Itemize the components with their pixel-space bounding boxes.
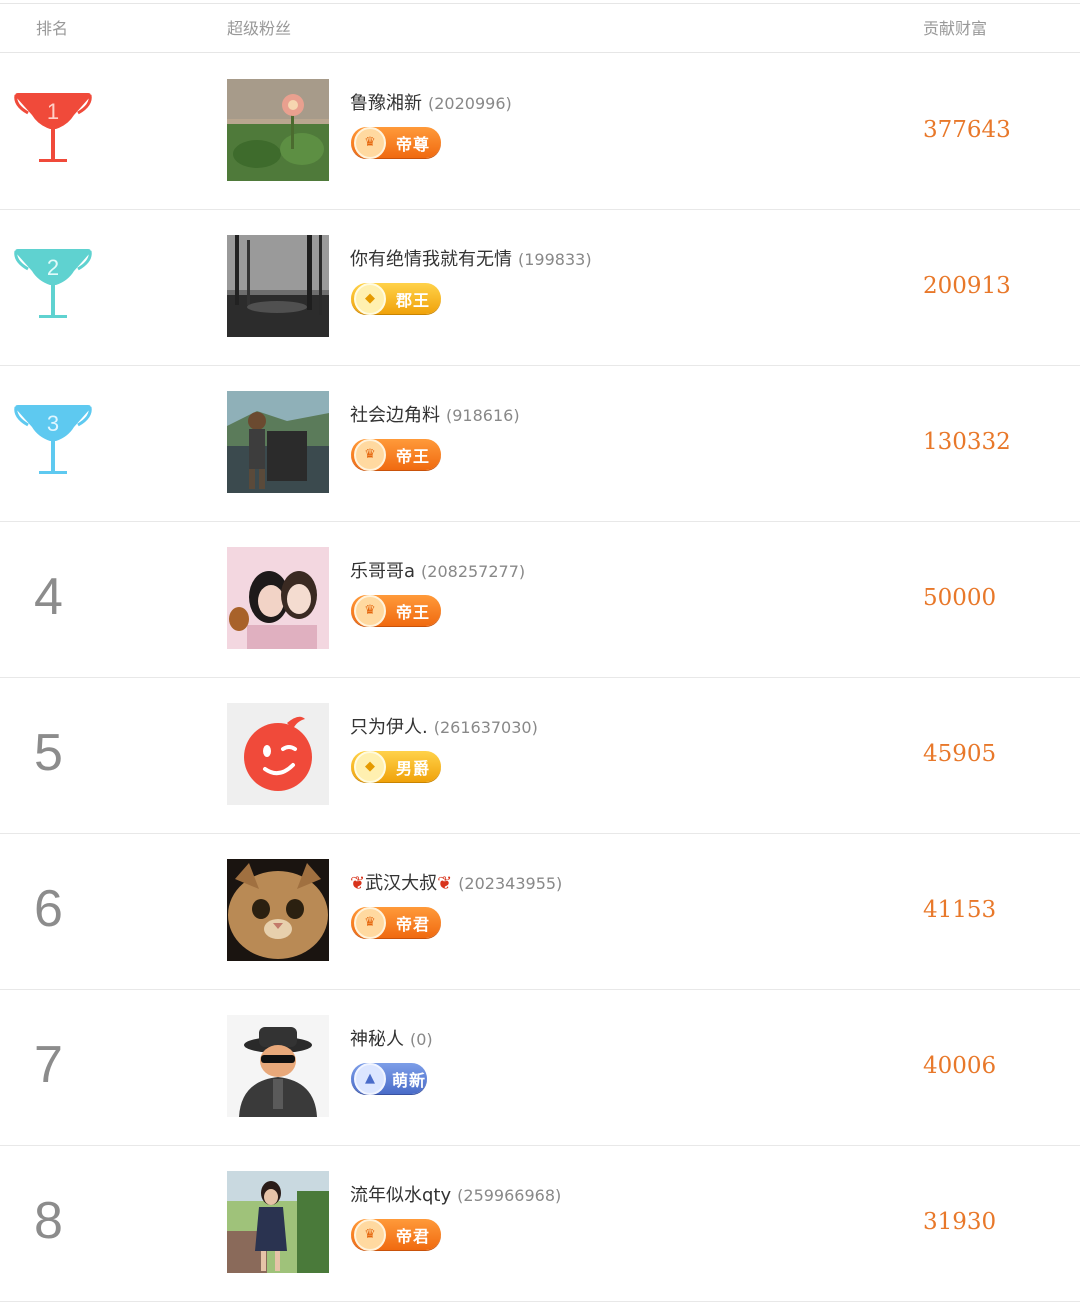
table-row: 5 只为伊人. (261637030) ◆ 男爵 45905 bbox=[0, 677, 1080, 834]
fan-uid: (2020996) bbox=[428, 94, 512, 113]
fan-uid: (259966968) bbox=[457, 1186, 562, 1205]
fan-name[interactable]: 社会边角料 (918616) bbox=[350, 401, 520, 427]
badge-rank-icon: ♛ bbox=[354, 594, 386, 627]
header-rank: 排名 bbox=[36, 19, 69, 38]
rank-number: 5 bbox=[34, 724, 63, 782]
avatar[interactable] bbox=[227, 391, 329, 493]
fan-uid: (199833) bbox=[518, 250, 592, 269]
fan-uid: (208257277) bbox=[421, 562, 526, 581]
level-badge: ♛ 帝君 bbox=[351, 1218, 441, 1251]
level-badge: ♛ 帝王 bbox=[351, 594, 441, 627]
header-super-fan: 超级粉丝 bbox=[227, 19, 292, 38]
table-row: 6 ❦武汉大叔❦ (202343955) ♛ 帝君 41153 bbox=[0, 833, 1080, 990]
fan-name[interactable]: 你有绝情我就有无情 (199833) bbox=[350, 245, 592, 271]
svg-text:3: 3 bbox=[47, 411, 59, 436]
wealth-value: 130332 bbox=[923, 429, 1011, 455]
rank-number: 6 bbox=[34, 880, 63, 938]
fan-name[interactable]: 乐哥哥a (208257277) bbox=[350, 557, 525, 583]
badge-rank-icon: ◆ bbox=[354, 750, 386, 783]
fan-uid: (0) bbox=[410, 1030, 433, 1049]
table-row: 1 鲁豫湘新 (2020996) ♛ 帝尊 377643 bbox=[0, 53, 1080, 210]
badge-rank-icon: ♛ bbox=[354, 438, 386, 471]
avatar[interactable] bbox=[227, 1171, 329, 1273]
fan-uid: (202343955) bbox=[458, 874, 563, 893]
teal-trophy-icon: 2 bbox=[14, 249, 92, 318]
wealth-value: 41153 bbox=[923, 897, 997, 923]
rank-number: 7 bbox=[34, 1036, 63, 1094]
svg-text:1: 1 bbox=[47, 99, 59, 124]
level-badge: ♛ 帝君 bbox=[351, 906, 441, 939]
table-row: 7 神秘人 (0) ▲ 萌新 40006 bbox=[0, 989, 1080, 1146]
level-badge: ▲ 萌新 bbox=[351, 1062, 427, 1095]
level-badge: ♛ 帝王 bbox=[351, 438, 441, 471]
avatar[interactable] bbox=[227, 859, 329, 961]
badge-rank-icon: ▲ bbox=[354, 1062, 386, 1095]
avatar[interactable] bbox=[227, 1015, 329, 1117]
badge-rank-icon: ♛ bbox=[354, 1218, 386, 1251]
table-row: 4 乐哥哥a (208257277) ♛ 帝王 50000 bbox=[0, 521, 1080, 678]
maple-leaf-icon: ❦ bbox=[350, 873, 366, 894]
level-badge: ♛ 帝尊 bbox=[351, 126, 441, 159]
wealth-value: 31930 bbox=[923, 1209, 997, 1235]
table-row: 8 流年似水qty (259966968) ♛ 帝君 31930 bbox=[0, 1145, 1080, 1302]
fan-uid: (918616) bbox=[446, 406, 520, 425]
table-row: 3 社会边角料 (918616) ♛ 帝王 130332 bbox=[0, 365, 1080, 522]
fan-name[interactable]: 鲁豫湘新 (2020996) bbox=[350, 89, 512, 115]
fan-uid: (261637030) bbox=[433, 718, 538, 737]
fan-name[interactable]: 只为伊人. (261637030) bbox=[350, 713, 538, 739]
avatar[interactable] bbox=[227, 235, 329, 337]
fan-name[interactable]: ❦武汉大叔❦ (202343955) bbox=[350, 869, 562, 895]
badge-rank-icon: ♛ bbox=[354, 906, 386, 939]
wealth-value: 200913 bbox=[923, 273, 1011, 299]
badge-rank-icon: ◆ bbox=[354, 282, 386, 315]
wealth-value: 50000 bbox=[923, 585, 997, 611]
fan-name[interactable]: 神秘人 (0) bbox=[350, 1025, 433, 1051]
svg-text:2: 2 bbox=[47, 255, 59, 280]
table-header: 排名 超级粉丝 贡献财富 bbox=[0, 4, 1080, 53]
level-badge: ◆ 男爵 bbox=[351, 750, 441, 783]
header-wealth: 贡献财富 bbox=[923, 19, 988, 38]
level-badge: ◆ 郡王 bbox=[351, 282, 441, 315]
fan-name[interactable]: 流年似水qty (259966968) bbox=[350, 1181, 561, 1207]
maple-leaf-icon: ❦ bbox=[437, 873, 453, 894]
avatar[interactable] bbox=[227, 547, 329, 649]
blue-trophy-icon: 3 bbox=[14, 405, 92, 474]
red-trophy-icon: 1 bbox=[14, 93, 92, 162]
avatar[interactable] bbox=[227, 79, 329, 181]
wealth-value: 40006 bbox=[923, 1053, 997, 1079]
wealth-value: 377643 bbox=[923, 117, 1011, 143]
rank-number: 4 bbox=[34, 568, 63, 626]
wealth-value: 45905 bbox=[923, 741, 997, 767]
rank-number: 8 bbox=[34, 1192, 63, 1250]
avatar[interactable] bbox=[227, 703, 329, 805]
table-row: 2 你有绝情我就有无情 (199833) ◆ 郡王 200913 bbox=[0, 209, 1080, 366]
badge-rank-icon: ♛ bbox=[354, 126, 386, 159]
